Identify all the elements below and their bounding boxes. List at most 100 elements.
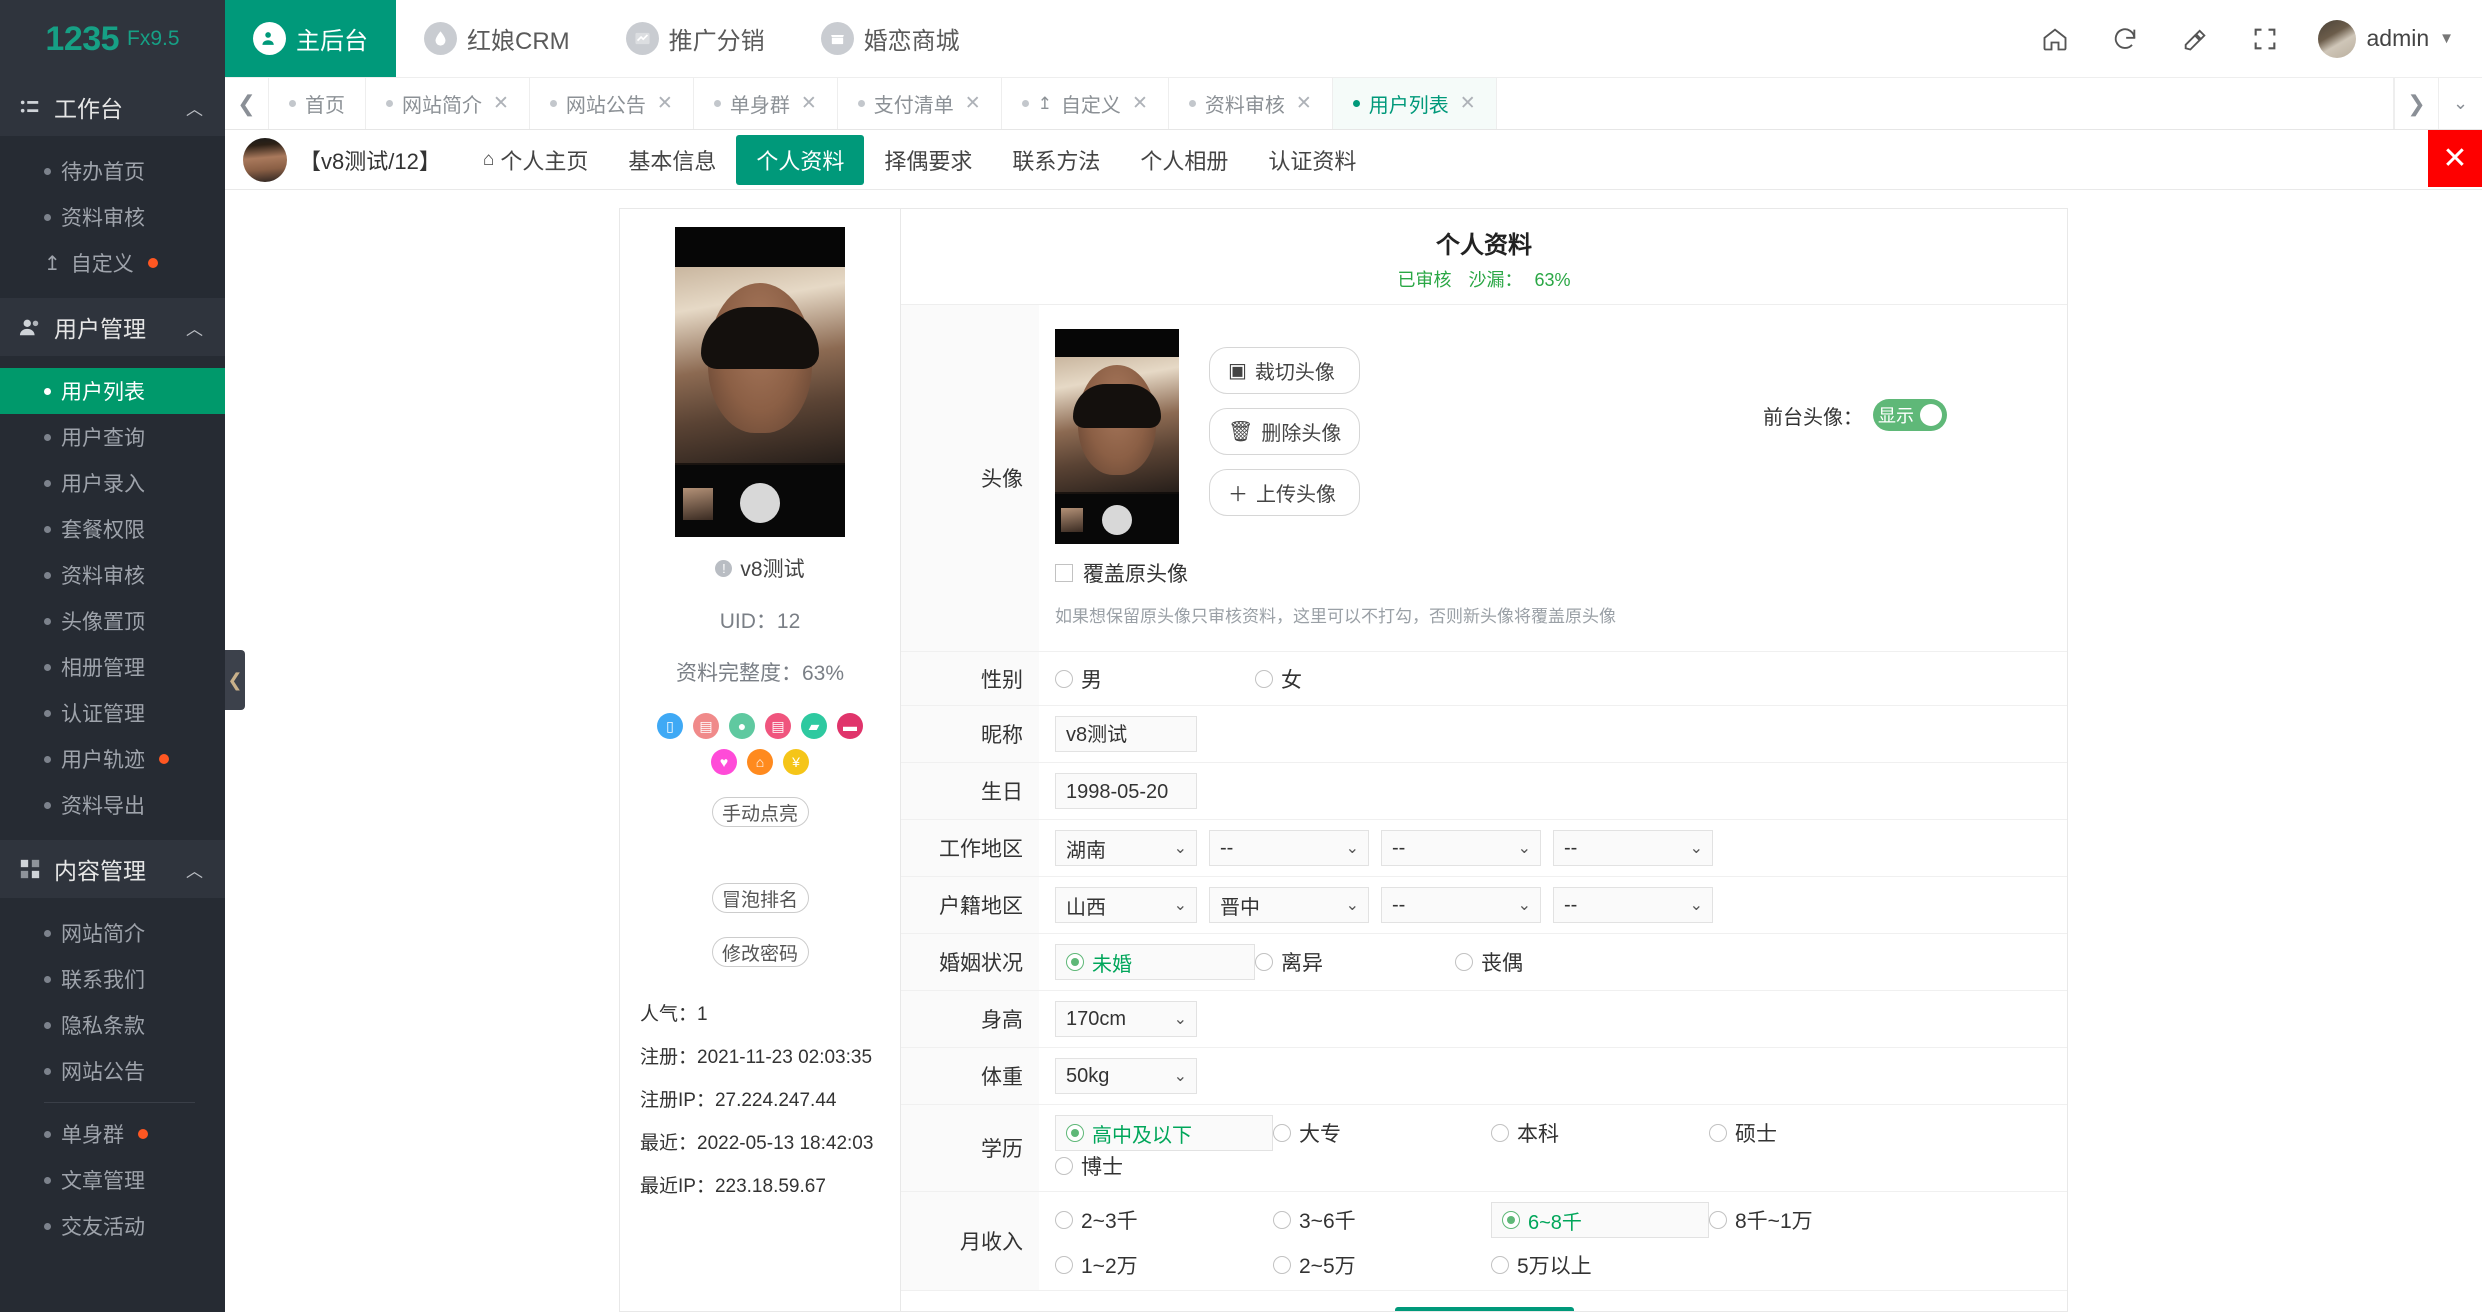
tab-close-icon[interactable]: ✕ — [1132, 92, 1148, 115]
doc-tab-网站简介[interactable]: 网站简介 ✕ — [366, 78, 530, 129]
income-option-2~5万[interactable]: 2~5万 — [1273, 1250, 1491, 1280]
education-option-大专[interactable]: 大专 — [1273, 1118, 1491, 1148]
profile-tab-联系方法[interactable]: 联系方法 — [992, 135, 1120, 185]
tab-close-icon[interactable]: ✕ — [965, 92, 981, 115]
sidebar-item-待办首页[interactable]: 待办首页 — [0, 148, 225, 194]
delete-avatar-button[interactable]: 🗑 删除头像 — [1209, 408, 1361, 455]
overwrite-avatar-checkbox[interactable] — [1055, 564, 1073, 582]
gender-option-男[interactable]: 男 — [1055, 664, 1255, 694]
doc-tab-自定义[interactable]: ↥ 自定义 ✕ — [1002, 78, 1169, 129]
money-badge[interactable]: ¥ — [783, 749, 809, 775]
doc-tab-网站公告[interactable]: 网站公告 ✕ — [530, 78, 694, 129]
education-option-硕士[interactable]: 硕士 — [1709, 1118, 1927, 1148]
sidebar-item-网站简介[interactable]: 网站简介 — [0, 910, 225, 956]
tab-close-icon[interactable]: ✕ — [801, 92, 817, 115]
idcard-badge[interactable]: ▤ — [693, 713, 719, 739]
upload-avatar-button[interactable]: ＋ 上传头像 — [1209, 469, 1361, 516]
income-option-6~8千[interactable]: 6~8千 — [1491, 1202, 1709, 1238]
sidebar-item-资料导出[interactable]: 资料导出 — [0, 782, 225, 828]
profile-tab-个人相册[interactable]: 个人相册 — [1120, 135, 1248, 185]
work-region-select-0[interactable]: 湖南 ⌄ — [1055, 830, 1197, 866]
sidebar-collapse-handle[interactable]: ❮ — [225, 650, 245, 710]
crop-avatar-button[interactable]: ▣ 裁切头像 — [1209, 347, 1361, 394]
bubble-rank-button[interactable]: 冒泡排名 — [711, 883, 809, 913]
sidebar-item-自定义[interactable]: ↥ 自定义 — [0, 240, 225, 286]
work-region-select-2[interactable]: -- ⌄ — [1381, 830, 1541, 866]
sidebar-item-资料审核[interactable]: 资料审核 — [0, 552, 225, 598]
profile-tab-个人资料[interactable]: 个人资料 — [736, 134, 865, 185]
tabstrip-prev-button[interactable]: ❮ — [225, 78, 269, 129]
sidebar-item-用户列表[interactable]: 用户列表 — [0, 368, 225, 414]
sidebar-item-头像置顶[interactable]: 头像置顶 — [0, 598, 225, 644]
sidebar-item-隐私条款[interactable]: 隐私条款 — [0, 1002, 225, 1048]
profile-tab-个人主页[interactable]: ⌂ 个人主页 — [463, 135, 609, 185]
doc-tab-用户列表[interactable]: 用户列表 ✕ — [1332, 78, 1497, 129]
tab-close-icon[interactable]: ✕ — [657, 92, 673, 115]
income-option-8千~1万[interactable]: 8千~1万 — [1709, 1205, 1927, 1235]
manual-light-button[interactable]: 手动点亮 — [711, 797, 809, 827]
overwrite-avatar-checkbox-row[interactable]: 覆盖原头像 — [1055, 558, 2067, 588]
app-tab-推广分销[interactable]: 推广分销 — [598, 0, 793, 77]
doc-tab-资料审核[interactable]: 资料审核 ✕ — [1169, 78, 1333, 129]
sidebar-item-网站公告[interactable]: 网站公告 — [0, 1048, 225, 1094]
sidebar-item-联系我们[interactable]: 联系我们 — [0, 956, 225, 1002]
sidebar-group-0[interactable]: 工作台 ︿ — [0, 78, 225, 136]
sidebar-item-文章管理[interactable]: 文章管理 — [0, 1157, 225, 1203]
work-region-select-1[interactable]: -- ⌄ — [1209, 830, 1369, 866]
profile-tab-基本信息[interactable]: 基本信息 — [608, 135, 736, 185]
admin-menu[interactable]: admin ▼ — [2318, 19, 2454, 58]
heart-badge[interactable]: ♥ — [711, 749, 737, 775]
tab-close-icon[interactable]: ✕ — [1460, 92, 1476, 115]
profile-tab-认证资料[interactable]: 认证资料 — [1248, 135, 1376, 185]
doc-tab-支付清单[interactable]: 支付清单 ✕ — [838, 78, 1002, 129]
marital-option-丧偶[interactable]: 丧偶 — [1455, 947, 1655, 977]
job-badge[interactable]: ▤ — [765, 713, 791, 739]
education-option-高中及以下[interactable]: 高中及以下 — [1055, 1115, 1273, 1151]
income-option-3~6千[interactable]: 3~6千 — [1273, 1205, 1491, 1235]
doc-tab-首页[interactable]: 首页 — [269, 78, 366, 129]
household-region-select-1[interactable]: 晋中 ⌄ — [1209, 887, 1369, 923]
app-tab-红娘CRM[interactable]: 红娘CRM — [396, 0, 598, 77]
doc-tab-单身群[interactable]: 单身群 ✕ — [694, 78, 838, 129]
app-tab-婚恋商城[interactable]: 婚恋商城 — [793, 0, 988, 77]
phone-badge[interactable]: ▯ — [657, 713, 683, 739]
front-avatar-toggle[interactable]: 显示 — [1873, 399, 1947, 431]
sidebar-item-用户录入[interactable]: 用户录入 — [0, 460, 225, 506]
household-region-select-2[interactable]: -- ⌄ — [1381, 887, 1541, 923]
tabstrip-more-button[interactable]: ⌄ — [2438, 78, 2482, 129]
sidebar-item-认证管理[interactable]: 认证管理 — [0, 690, 225, 736]
weight-select[interactable]: 50kg ⌄ — [1055, 1058, 1197, 1094]
person-badge[interactable]: ● — [729, 713, 755, 739]
marital-option-离异[interactable]: 离异 — [1255, 947, 1455, 977]
brush-icon[interactable] — [2178, 22, 2212, 56]
income-option-5万以上[interactable]: 5万以上 — [1491, 1250, 1709, 1280]
tab-close-icon[interactable]: ✕ — [493, 92, 509, 115]
tabstrip-next-button[interactable]: ❯ — [2394, 78, 2438, 129]
house-badge[interactable]: ⌂ — [747, 749, 773, 775]
app-tab-主后台[interactable]: 主后台 — [225, 0, 396, 77]
fullscreen-icon[interactable] — [2248, 22, 2282, 56]
household-region-select-3[interactable]: -- ⌄ — [1553, 887, 1713, 923]
home-icon[interactable] — [2038, 22, 2072, 56]
refresh-icon[interactable] — [2108, 22, 2142, 56]
sidebar-item-用户轨迹[interactable]: 用户轨迹 — [0, 736, 225, 782]
household-region-select-0[interactable]: 山西 ⌄ — [1055, 887, 1197, 923]
marital-option-未婚[interactable]: 未婚 — [1055, 944, 1255, 980]
sidebar-item-资料审核[interactable]: 资料审核 — [0, 194, 225, 240]
sidebar-item-用户查询[interactable]: 用户查询 — [0, 414, 225, 460]
close-icon[interactable]: ✕ — [2428, 130, 2482, 187]
car-badge[interactable]: ▬ — [837, 713, 863, 739]
sidebar-item-单身群[interactable]: 单身群 — [0, 1111, 225, 1157]
sidebar-group-2[interactable]: 内容管理 ︿ — [0, 840, 225, 898]
sidebar-item-交友活动[interactable]: 交友活动 — [0, 1203, 225, 1249]
change-password-button[interactable]: 修改密码 — [711, 937, 809, 967]
profile-tab-择偶要求[interactable]: 择偶要求 — [864, 135, 992, 185]
gender-option-女[interactable]: 女 — [1255, 664, 1455, 694]
work-region-select-3[interactable]: -- ⌄ — [1553, 830, 1713, 866]
nickname-input[interactable]: v8测试 — [1055, 716, 1197, 752]
education-option-博士[interactable]: 博士 — [1055, 1151, 1273, 1181]
sidebar-item-套餐权限[interactable]: 套餐权限 — [0, 506, 225, 552]
education-badge[interactable]: ▰ — [801, 713, 827, 739]
save-button[interactable]: 确定并保存 — [1394, 1307, 1574, 1311]
brand-logo[interactable]: 1235 Fx9.5 — [0, 0, 225, 78]
